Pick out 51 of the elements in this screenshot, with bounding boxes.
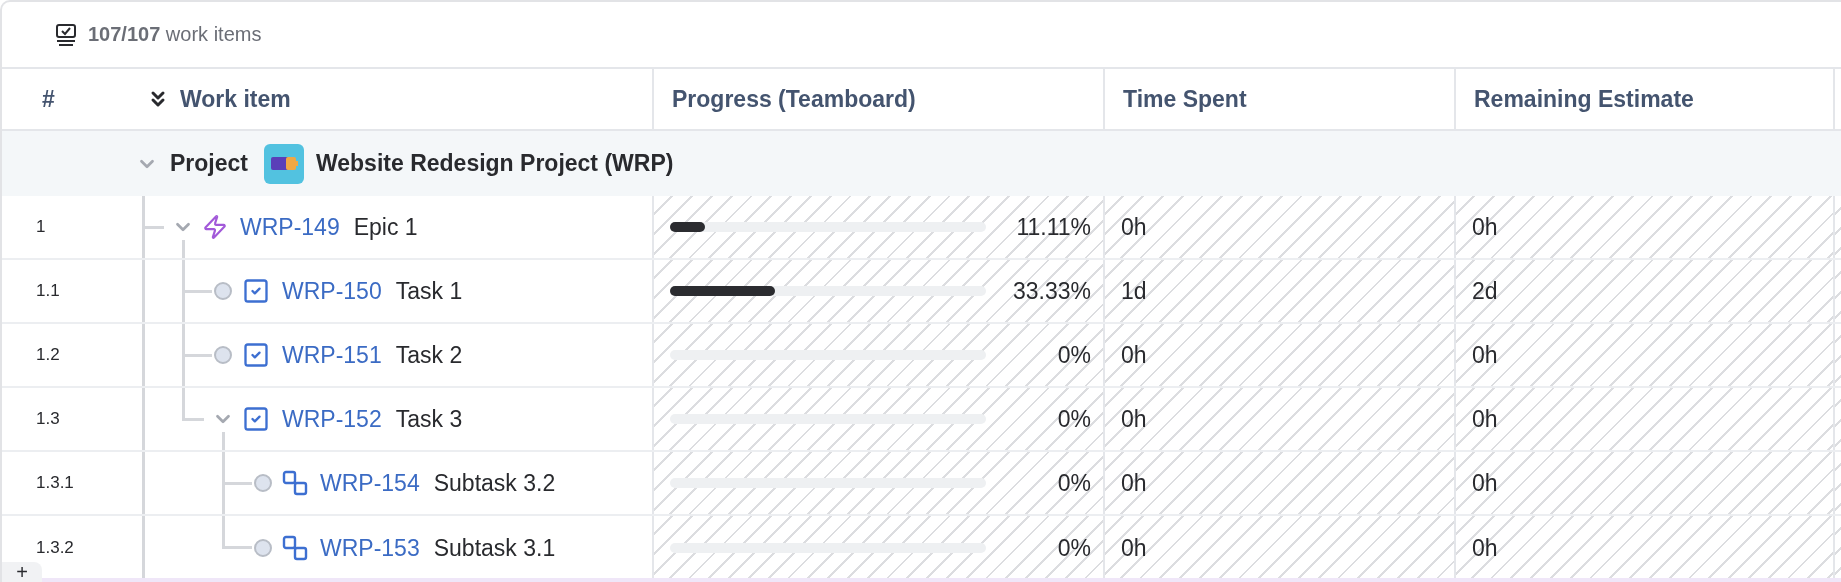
checkbox-icon xyxy=(242,341,270,369)
checkbox-icon xyxy=(242,277,270,305)
issue-summary: Task 3 xyxy=(395,405,463,433)
column-header[interactable]: Progress (Teamboard) xyxy=(672,85,916,113)
column-header[interactable]: Work item xyxy=(180,85,291,113)
tree-node-dot xyxy=(254,474,272,492)
progress-percent: 11.11% xyxy=(1016,213,1092,241)
remaining-estimate: 0h xyxy=(1472,405,1498,433)
progress-percent: 0% xyxy=(1057,405,1092,433)
issue-key-link[interactable]: WRP-152 xyxy=(282,405,382,433)
project-name[interactable]: Website Redesign Project (WRP) xyxy=(316,150,674,177)
remaining-estimate: 0h xyxy=(1472,469,1498,497)
time-spent: 0h xyxy=(1121,341,1147,369)
project-label: Project xyxy=(170,150,248,177)
issue-key-link[interactable]: WRP-149 xyxy=(240,213,340,241)
issue-key-link[interactable]: WRP-153 xyxy=(320,534,420,562)
time-spent: 0h xyxy=(1121,534,1147,562)
time-spent: 1d xyxy=(1121,277,1147,305)
issue-summary: Subtask 3.2 xyxy=(433,469,556,497)
issue-key-link[interactable]: WRP-154 xyxy=(320,469,420,497)
progress-percent: 0% xyxy=(1057,469,1092,497)
column-header[interactable]: # xyxy=(42,85,55,113)
checkbox-icon xyxy=(242,405,270,433)
add-button[interactable]: + xyxy=(2,562,42,582)
time-spent: 0h xyxy=(1121,405,1147,433)
remaining-estimate: 0h xyxy=(1472,534,1498,562)
subtask-icon xyxy=(282,535,308,561)
tree-node-dot xyxy=(214,282,232,300)
issue-key-link[interactable]: WRP-151 xyxy=(282,341,382,369)
time-spent: 0h xyxy=(1121,213,1147,241)
remaining-estimate: 0h xyxy=(1472,213,1498,241)
progress-percent: 0% xyxy=(1057,534,1092,562)
work-item-count: 107/107 work items xyxy=(88,23,262,46)
issue-summary: Subtask 3.1 xyxy=(433,534,556,562)
issue-summary: Epic 1 xyxy=(353,213,418,241)
subtask-icon xyxy=(282,470,308,496)
monitor-icon xyxy=(54,22,78,47)
progress-percent: 0% xyxy=(1057,341,1092,369)
column-header[interactable]: Time Spent xyxy=(1123,85,1247,113)
tree-node-dot xyxy=(214,346,232,364)
time-spent: 0h xyxy=(1121,469,1147,497)
remaining-estimate: 0h xyxy=(1472,341,1498,369)
issue-summary: Task 2 xyxy=(395,341,463,369)
column-header[interactable]: Remaining Estimate xyxy=(1474,85,1694,113)
remaining-estimate: 2d xyxy=(1472,277,1498,305)
lightning-icon xyxy=(202,214,228,240)
tree-node-dot xyxy=(254,539,272,557)
issue-key-link[interactable]: WRP-150 xyxy=(282,277,382,305)
project-avatar-icon xyxy=(264,143,304,184)
issue-summary: Task 1 xyxy=(395,277,463,305)
progress-percent: 33.33% xyxy=(1013,277,1092,305)
